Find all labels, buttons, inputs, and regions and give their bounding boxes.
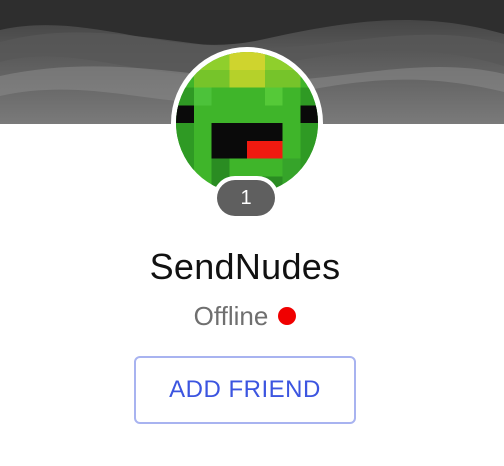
profile-username: SendNudes: [149, 246, 341, 287]
status-text: Offline: [193, 301, 269, 331]
profile-page: 1 SendNudes Offline ADD FRIEND: [0, 0, 504, 466]
pixel-creeper-avatar-icon[interactable]: [176, 52, 318, 194]
level-badge: 1: [213, 176, 279, 220]
level-value: 1: [217, 180, 275, 216]
presence-status: Offline: [0, 301, 490, 332]
offline-status-dot-icon: [278, 307, 297, 326]
add-friend-button[interactable]: ADD FRIEND: [134, 356, 356, 424]
